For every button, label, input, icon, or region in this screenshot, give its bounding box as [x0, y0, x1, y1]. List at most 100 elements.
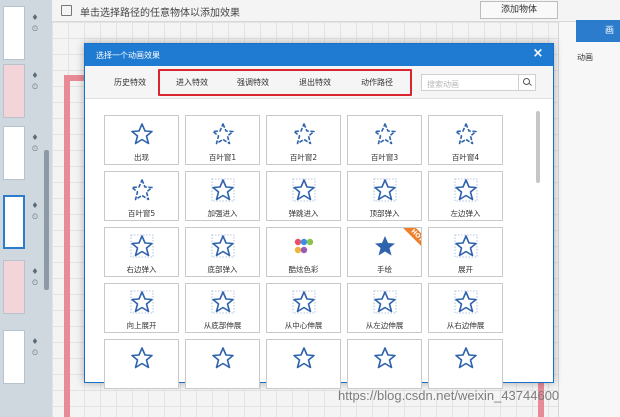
effect-tile[interactable]: 底部弹入	[185, 227, 260, 277]
effect-label: 从右边伸展	[446, 321, 485, 330]
effect-tile[interactable]: 从右边伸展	[428, 283, 503, 333]
effect-tile[interactable]: 出现	[104, 115, 179, 165]
effect-label: 百叶窗3	[370, 153, 399, 162]
effect-tile[interactable]	[266, 339, 341, 389]
tab-emphasis-effects[interactable]: 强调特效	[237, 77, 269, 88]
effect-tile[interactable]: 弹跳进入	[266, 171, 341, 221]
top-hint-text: 单击选择路径的任意物体以添加效果	[80, 8, 240, 19]
effect-tile[interactable]: HOT 手绘	[347, 227, 422, 277]
effect-grid: 出现 百叶窗1 百叶窗2 百叶窗3 百叶窗4 百叶窗5 加强进入 弹跳进入 顶部弹入 左边弹入右边…	[104, 115, 524, 389]
effect-label: 百叶窗1	[208, 153, 237, 162]
effect-label: 手绘	[377, 265, 392, 274]
slide-thumbnail[interactable]	[3, 330, 25, 384]
effect-label: 从左边伸展	[365, 321, 404, 330]
effect-label: 百叶窗4	[451, 153, 480, 162]
effect-tile[interactable]: 左边弹入	[428, 171, 503, 221]
effect-label: 百叶窗2	[289, 153, 318, 162]
effect-tile[interactable]: 从中心伸展	[266, 283, 341, 333]
star-arrow-icon	[211, 178, 235, 202]
star-arrow-icon	[454, 178, 478, 202]
effect-tile[interactable]: 酷炫色彩	[266, 227, 341, 277]
slide-tools: ♦ ⏲	[31, 133, 39, 153]
effect-tile[interactable]: 百叶窗3	[347, 115, 422, 165]
slide-tools: ♦ ⏲	[31, 337, 39, 357]
hot-badge-label: HOT	[403, 228, 421, 250]
star-blinds-icon	[455, 123, 477, 145]
effect-tile[interactable]	[428, 339, 503, 389]
star-expand-icon	[211, 290, 235, 314]
slide-tools: ♦ ⏲	[31, 267, 39, 287]
star-expand-icon	[454, 234, 478, 258]
tab-motion-paths[interactable]: 动作路径	[361, 77, 393, 88]
slide-thumbnail[interactable]	[3, 260, 25, 314]
search-input[interactable]: 搜索动画	[421, 74, 536, 91]
add-object-button[interactable]: 添加物体	[480, 1, 558, 19]
star-expand-icon	[454, 290, 478, 314]
effect-tile[interactable]	[185, 339, 260, 389]
star-arrow-icon	[373, 178, 397, 202]
effect-tile[interactable]: 加强进入	[185, 171, 260, 221]
effect-label: 弹跳进入	[288, 209, 319, 218]
star-icon	[131, 347, 153, 369]
dialog-title: 选择一个动画效果	[96, 51, 160, 60]
watermark: https://blog.csdn.net/weixin_43744600	[338, 388, 560, 403]
star-blinds-icon	[293, 123, 315, 145]
hot-badge: HOT	[399, 228, 421, 250]
effect-label: 从底部伸展	[203, 321, 242, 330]
effect-label: 底部弹入	[207, 265, 238, 274]
effect-label: 展开	[458, 265, 473, 274]
dialog-header: 选择一个动画效果 ×	[85, 44, 553, 66]
right-panel-tab[interactable]: 画	[576, 20, 620, 42]
slide-panel: ♦ ⏲ ♦ ⏲ ♦ ⏲ ♦ ⏲ ♦ ⏲ ♦ ⏲	[0, 0, 52, 417]
effect-tile[interactable]: 从左边伸展	[347, 283, 422, 333]
effect-tile[interactable]: 百叶窗2	[266, 115, 341, 165]
star-arrow-icon	[292, 178, 316, 202]
effect-tile[interactable]: 百叶窗1	[185, 115, 260, 165]
slide-thumbnail[interactable]	[3, 126, 25, 180]
star-icon	[131, 123, 153, 145]
star-blinds-icon	[212, 123, 234, 145]
tab-history-effects[interactable]: 历史特效	[114, 77, 146, 88]
effect-tile[interactable]: 展开	[428, 227, 503, 277]
star-icon	[374, 347, 396, 369]
effect-label: 左边弹入	[450, 209, 481, 218]
star-icon	[455, 347, 477, 369]
effect-label: 出现	[134, 153, 149, 162]
search-icon[interactable]	[518, 75, 535, 90]
star-expand-icon	[373, 290, 397, 314]
star-arrow-icon	[130, 234, 154, 258]
slide-thumbnail-active[interactable]	[3, 195, 25, 249]
star-icon	[293, 347, 315, 369]
effect-tabs: 历史特效 进入特效 强调特效 退出特效 动作路径 搜索动画	[85, 66, 553, 99]
tab-entrance-effects[interactable]: 进入特效	[176, 77, 208, 88]
effect-label: 加强进入	[207, 209, 238, 218]
effect-tile[interactable]: 右边弹入	[104, 227, 179, 277]
dialog-scrollbar[interactable]	[536, 111, 540, 183]
star-icon	[212, 347, 234, 369]
effect-tile[interactable]	[104, 339, 179, 389]
slide-thumbnail[interactable]	[3, 64, 25, 118]
star-blinds-icon	[131, 179, 153, 201]
effect-label: 右边弹入	[126, 265, 157, 274]
effect-label: 向上展开	[126, 321, 157, 330]
hand-draw-icon	[375, 236, 395, 256]
slide-tools: ♦ ⏲	[31, 201, 39, 221]
effect-tile[interactable]: 向上展开	[104, 283, 179, 333]
right-panel-label: 动画	[577, 53, 593, 62]
slide-thumbnail[interactable]	[3, 6, 25, 60]
tab-exit-effects[interactable]: 退出特效	[299, 77, 331, 88]
search-placeholder: 搜索动画	[427, 80, 459, 89]
slide-tools: ♦ ⏲	[31, 13, 39, 33]
effect-tile[interactable]: 从底部伸展	[185, 283, 260, 333]
effect-tile[interactable]: 顶部弹入	[347, 171, 422, 221]
effect-tile[interactable]: 百叶窗5	[104, 171, 179, 221]
slide-panel-scrollbar[interactable]	[44, 150, 49, 290]
effect-tile[interactable]	[347, 339, 422, 389]
star-arrow-icon	[211, 234, 235, 258]
star-expand-icon	[130, 290, 154, 314]
right-panel: 动画	[558, 22, 620, 417]
close-icon[interactable]: ×	[531, 47, 545, 61]
star-expand-icon	[292, 290, 316, 314]
star-blinds-icon	[374, 123, 396, 145]
effect-tile[interactable]: 百叶窗4	[428, 115, 503, 165]
